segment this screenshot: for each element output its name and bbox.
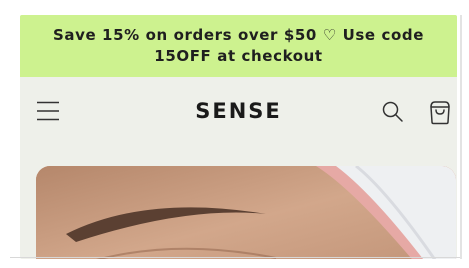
search-icon [382, 101, 403, 122]
storefront-page: Save 15% on orders over $50 ♡ Use code 1… [20, 15, 457, 259]
search-button[interactable] [381, 100, 405, 124]
cart-button[interactable] [427, 99, 453, 125]
frame-divider [10, 257, 460, 258]
announcement-bar[interactable]: Save 15% on orders over $50 ♡ Use code 1… [20, 15, 457, 77]
announcement-text: Save 15% on orders over $50 ♡ Use code 1… [52, 26, 425, 65]
frame-border [460, 15, 462, 259]
site-header: SENSE [20, 77, 457, 147]
shopping-bag-icon [430, 101, 450, 125]
hero-image[interactable] [36, 166, 456, 259]
hero-photo-face [36, 166, 456, 259]
